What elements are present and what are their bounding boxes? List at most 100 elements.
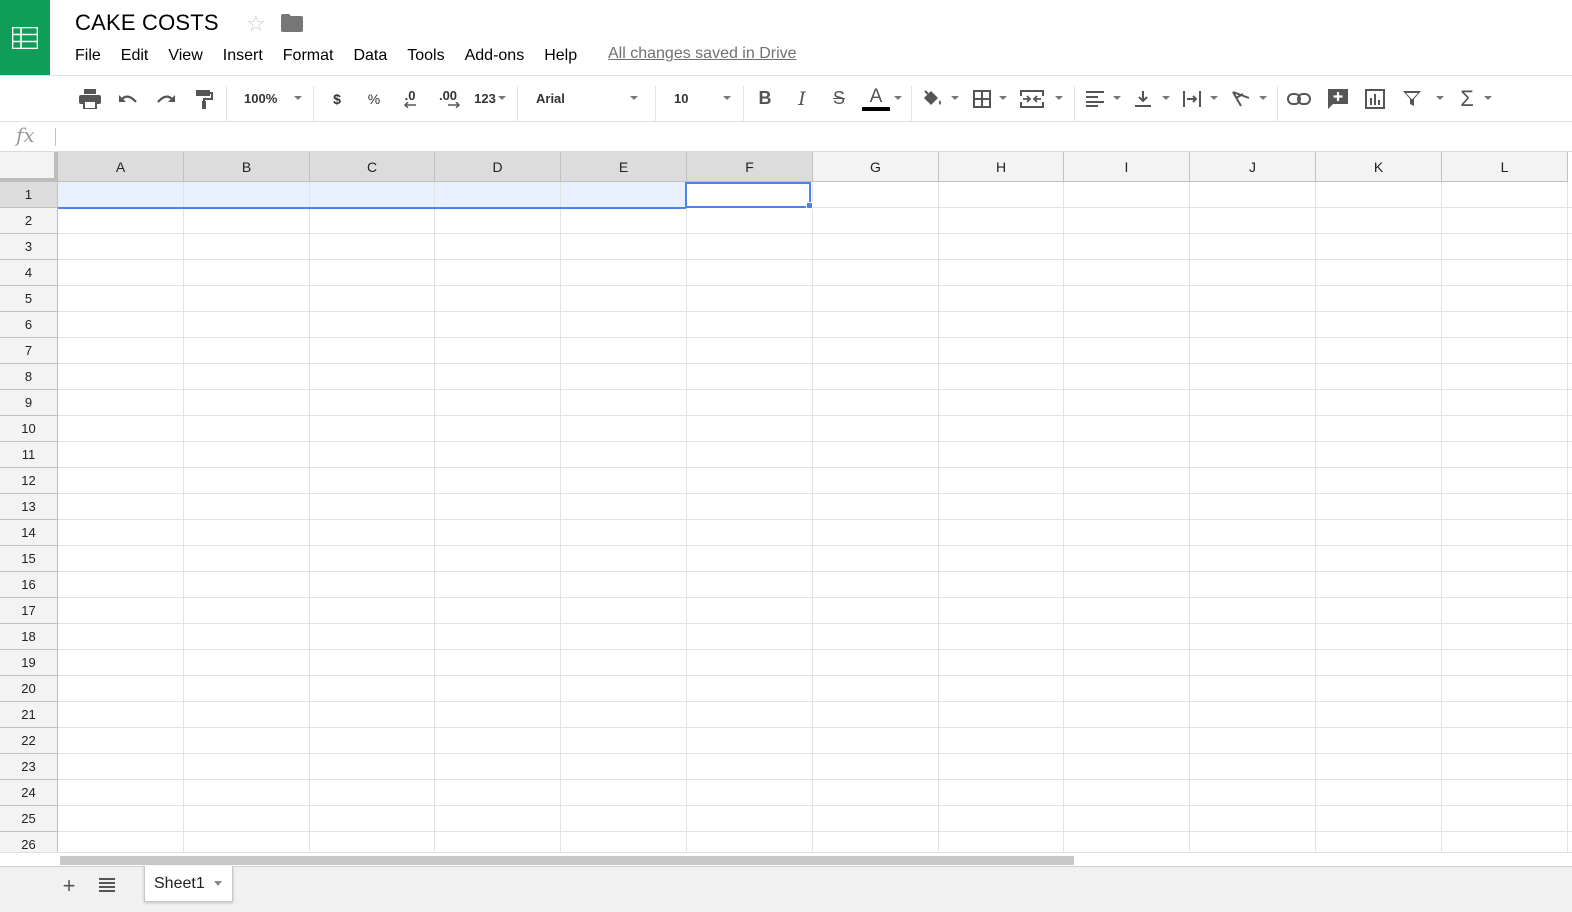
folder-icon[interactable] <box>281 14 303 37</box>
font-family-select[interactable]: Arial <box>528 76 644 121</box>
insert-chart-button[interactable] <box>1361 76 1389 121</box>
percent-label: % <box>367 90 381 107</box>
sheets-logo-icon[interactable] <box>0 0 50 75</box>
bold-icon: B <box>758 88 772 108</box>
menu-format[interactable]: Format <box>283 47 334 65</box>
vertical-align-button[interactable] <box>1130 76 1156 121</box>
row-header-22[interactable]: 22 <box>0 728 58 754</box>
redo-button[interactable] <box>152 76 180 121</box>
column-header-j[interactable]: J <box>1190 152 1316 182</box>
grid-column-line <box>560 182 561 852</box>
menu-view[interactable]: View <box>168 47 202 65</box>
column-header-c[interactable]: C <box>310 152 435 182</box>
horizontal-scrollbar-thumb[interactable] <box>60 856 1074 865</box>
save-status-link[interactable]: All changes saved in Drive <box>608 45 797 63</box>
undo-button[interactable] <box>114 76 142 121</box>
more-formats-button[interactable]: 123 <box>470 76 500 121</box>
row-header-25[interactable]: 25 <box>0 806 58 832</box>
column-header-g[interactable]: G <box>813 152 939 182</box>
insert-link-button[interactable] <box>1285 76 1313 121</box>
menu-add-ons[interactable]: Add-ons <box>465 47 525 65</box>
row-header-3[interactable]: 3 <box>0 234 58 260</box>
merge-cells-button[interactable] <box>1017 76 1047 121</box>
add-comment-icon <box>1328 88 1348 109</box>
horizontal-align-button[interactable] <box>1082 76 1108 121</box>
row-header-8[interactable]: 8 <box>0 364 58 390</box>
functions-button[interactable]: Σ <box>1453 76 1481 121</box>
increase-decimal-button[interactable]: .00 <box>432 76 464 121</box>
active-cell[interactable] <box>685 182 811 208</box>
borders-button[interactable] <box>968 76 996 121</box>
spreadsheet-grid[interactable]: ABCDEFGHIJKL 1 2 3 4 5 6 7 8 9 10 11 12 13 14 15 16 17 18… <box>0 152 1572 852</box>
zoom-caret-icon <box>294 96 302 100</box>
row-header-1[interactable]: 1 <box>0 182 58 208</box>
strikethrough-button[interactable]: S <box>826 76 852 121</box>
currency-format-button[interactable]: $ <box>324 76 350 121</box>
menu-data[interactable]: Data <box>353 47 387 65</box>
percent-format-button[interactable]: % <box>361 76 387 121</box>
header: CAKE COSTS ☆ File Edit View Insert Forma… <box>0 0 1572 75</box>
filter-button[interactable] <box>1398 76 1426 121</box>
italic-button[interactable]: I <box>789 76 815 121</box>
decrease-decimal-button[interactable]: .0 <box>396 76 424 121</box>
star-icon[interactable]: ☆ <box>246 11 266 37</box>
menu-insert[interactable]: Insert <box>223 47 263 65</box>
select-all-corner[interactable] <box>0 152 58 182</box>
row-header-5[interactable]: 5 <box>0 286 58 312</box>
horizontal-scrollbar[interactable] <box>0 852 1572 866</box>
grid-column-line <box>1315 182 1316 852</box>
row-header-16[interactable]: 16 <box>0 572 58 598</box>
row-header-12[interactable]: 12 <box>0 468 58 494</box>
grid-row-line <box>58 701 1572 702</box>
document-title[interactable]: CAKE COSTS <box>75 10 219 36</box>
fill-handle[interactable] <box>806 202 813 209</box>
column-header-a[interactable]: A <box>58 152 184 182</box>
row-header-23[interactable]: 23 <box>0 754 58 780</box>
row-header-10[interactable]: 10 <box>0 416 58 442</box>
grid-row-line <box>58 597 1572 598</box>
column-header-i[interactable]: I <box>1064 152 1190 182</box>
row-header-24[interactable]: 24 <box>0 780 58 806</box>
row-header-26[interactable]: 26 <box>0 832 58 852</box>
add-sheet-button[interactable]: + <box>58 875 80 897</box>
row-header-4[interactable]: 4 <box>0 260 58 286</box>
row-header-21[interactable]: 21 <box>0 702 58 728</box>
text-wrapping-button[interactable] <box>1179 76 1205 121</box>
insert-comment-button[interactable] <box>1324 76 1352 121</box>
formula-bar[interactable]: fx <box>0 122 1572 152</box>
column-header-d[interactable]: D <box>435 152 561 182</box>
sheet-tab-menu-caret-icon[interactable] <box>214 881 222 886</box>
column-header-h[interactable]: H <box>939 152 1064 182</box>
row-header-17[interactable]: 17 <box>0 598 58 624</box>
row-header-18[interactable]: 18 <box>0 624 58 650</box>
fill-color-button[interactable] <box>918 76 946 121</box>
row-header-9[interactable]: 9 <box>0 390 58 416</box>
text-rotation-button[interactable] <box>1228 76 1254 121</box>
row-header-13[interactable]: 13 <box>0 494 58 520</box>
menu-edit[interactable]: Edit <box>121 47 149 65</box>
merge-cells-caret-icon <box>1055 96 1063 100</box>
row-header-6[interactable]: 6 <box>0 312 58 338</box>
grid-row-line <box>58 363 1572 364</box>
row-header-19[interactable]: 19 <box>0 650 58 676</box>
menu-file[interactable]: File <box>75 47 101 65</box>
column-header-k[interactable]: K <box>1316 152 1442 182</box>
row-header-11[interactable]: 11 <box>0 442 58 468</box>
bold-button[interactable]: B <box>752 76 778 121</box>
column-header-b[interactable]: B <box>184 152 310 182</box>
text-color-button[interactable]: A <box>860 76 892 121</box>
row-header-15[interactable]: 15 <box>0 546 58 572</box>
column-header-l[interactable]: L <box>1442 152 1568 182</box>
column-header-e[interactable]: E <box>561 152 687 182</box>
row-header-7[interactable]: 7 <box>0 338 58 364</box>
row-header-20[interactable]: 20 <box>0 676 58 702</box>
row-header-14[interactable]: 14 <box>0 520 58 546</box>
print-button[interactable] <box>76 76 104 121</box>
menu-help[interactable]: Help <box>544 47 577 65</box>
sheet-tab[interactable]: Sheet1 <box>144 866 233 902</box>
row-header-2[interactable]: 2 <box>0 208 58 234</box>
all-sheets-button[interactable] <box>98 877 118 897</box>
paint-format-button[interactable] <box>190 76 218 121</box>
menu-tools[interactable]: Tools <box>407 47 444 65</box>
column-header-f[interactable]: F <box>687 152 813 182</box>
